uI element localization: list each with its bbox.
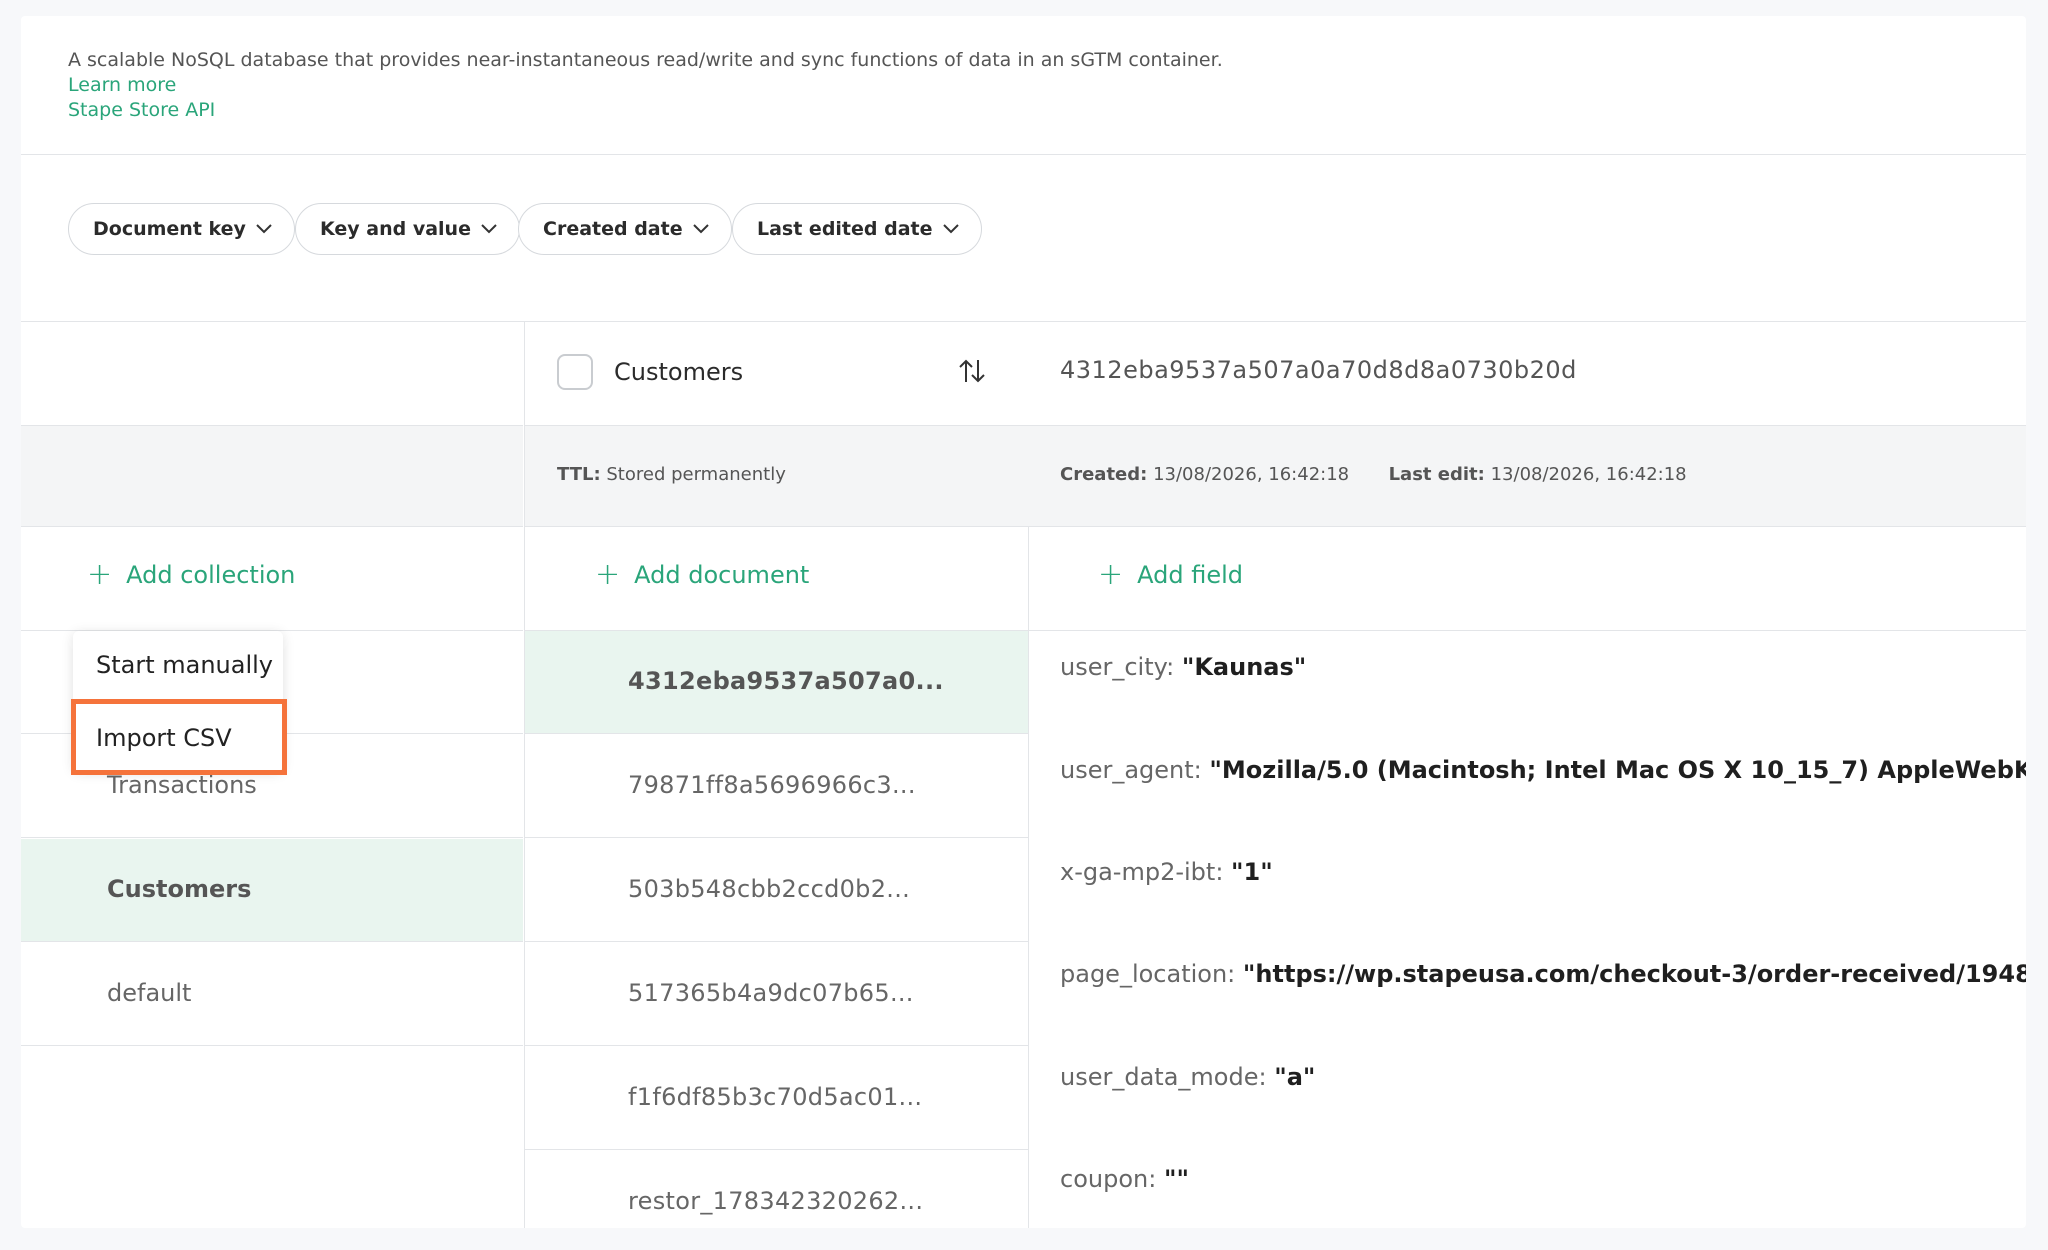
- field-row[interactable]: x-ga-mp2-ibt: "1": [1060, 858, 1273, 886]
- filter-label: Key and value: [320, 218, 471, 240]
- add-collection-label: Add collection: [126, 561, 296, 589]
- chevron-down-icon: [692, 224, 709, 234]
- edited-value: 13/08/2026, 16:42:18: [1490, 464, 1687, 485]
- collections-column: + Add collection Transactions Customers …: [21, 322, 523, 1228]
- field-value: "": [1163, 1165, 1189, 1193]
- ttl-label: TTL:: [557, 464, 601, 485]
- field-row[interactable]: coupon: "": [1060, 1165, 1189, 1193]
- import-csv-highlight[interactable]: Import CSV: [71, 699, 287, 775]
- field-row[interactable]: user_agent: "Mozilla/5.0 (Macintosh; Int…: [1060, 756, 2026, 784]
- learn-more-link[interactable]: Learn more: [68, 74, 176, 96]
- field-row[interactable]: user_city: "Kaunas": [1060, 653, 1306, 681]
- field-value: "Kaunas": [1181, 653, 1307, 681]
- edited-label: Last edit:: [1388, 464, 1485, 485]
- field-value: "https://wp.stapeusa.com/checkout-3/orde…: [1242, 960, 2026, 988]
- start-manually-option[interactable]: Start manually: [96, 651, 273, 679]
- created-value: 13/08/2026, 16:42:18: [1153, 464, 1350, 485]
- api-docs-link[interactable]: Stape Store API: [68, 99, 215, 121]
- field-key: x-ga-mp2-ibt:: [1060, 858, 1224, 886]
- collections-subheader: [21, 426, 523, 527]
- field-row[interactable]: page_location: "https://wp.stapeusa.com/…: [1060, 960, 2026, 988]
- document-item-selected[interactable]: 4312eba9537a507a0...: [525, 631, 1028, 734]
- add-collection-button[interactable]: + Add collection: [87, 560, 295, 590]
- document-meta: Created: 13/08/2026, 16:42:18 Last edit:…: [1060, 464, 1687, 485]
- field-value: "Mozilla/5.0 (Macintosh; Intel Mac OS X …: [1209, 756, 2026, 784]
- filter-label: Created date: [543, 218, 683, 240]
- chevron-down-icon: [942, 224, 959, 234]
- ttl-info: TTL: Stored permanently: [557, 464, 786, 485]
- collection-item-selected[interactable]: Customers: [21, 839, 523, 942]
- document-detail-column: 4312eba9537a507a0a70d8d8a0730b20d Create…: [1028, 322, 2026, 1228]
- filter-label: Document key: [93, 218, 246, 240]
- add-collection-row: + Add collection: [21, 527, 523, 631]
- add-field-row: + Add field: [1028, 527, 2026, 631]
- filter-key-and-value[interactable]: Key and value: [295, 203, 520, 255]
- document-item[interactable]: 503b548cbb2ccd0b2...: [525, 839, 1028, 942]
- chevron-down-icon: [481, 224, 497, 234]
- document-key: 4312eba9537a507a0...: [628, 667, 944, 695]
- document-key: restor_178342320262...: [628, 1187, 924, 1215]
- sort-icon[interactable]: [957, 356, 987, 386]
- store-description: A scalable NoSQL database that provides …: [68, 49, 1223, 71]
- field-key: coupon:: [1060, 1165, 1157, 1193]
- field-key: user_agent:: [1060, 756, 1202, 784]
- document-item[interactable]: f1f6df85b3c70d5ac01...: [525, 1047, 1028, 1150]
- plus-icon: +: [87, 557, 113, 592]
- chevron-down-icon: [256, 224, 272, 234]
- import-csv-option[interactable]: Import CSV: [96, 724, 232, 752]
- add-document-label: Add document: [634, 561, 810, 589]
- filter-document-key[interactable]: Document key: [68, 203, 295, 255]
- document-key: 503b548cbb2ccd0b2...: [628, 875, 911, 903]
- document-item[interactable]: 79871ff8a5696966c3...: [525, 735, 1028, 838]
- filter-label: Last edited date: [757, 218, 933, 240]
- field-key: user_data_mode:: [1060, 1063, 1267, 1091]
- filter-created-date[interactable]: Created date: [518, 203, 732, 255]
- filter-bar: Document key Key and value Created date …: [21, 155, 2026, 322]
- field-row[interactable]: user_data_mode: "a": [1060, 1063, 1315, 1091]
- field-value: "1": [1231, 858, 1273, 886]
- filter-last-edited-date[interactable]: Last edited date: [732, 203, 982, 255]
- document-key: 517365b4a9dc07b65...: [628, 979, 914, 1007]
- document-key: 79871ff8a5696966c3...: [628, 771, 916, 799]
- collection-label: default: [107, 979, 192, 1007]
- collection-title: Customers: [614, 358, 744, 386]
- document-key: f1f6df85b3c70d5ac01...: [628, 1083, 923, 1111]
- select-all-checkbox[interactable]: [557, 354, 593, 390]
- plus-icon: +: [1098, 557, 1124, 592]
- field-key: user_city:: [1060, 653, 1175, 681]
- add-document-button[interactable]: + Add document: [595, 560, 809, 590]
- document-item[interactable]: 517365b4a9dc07b65...: [525, 943, 1028, 1046]
- plus-icon: +: [595, 557, 621, 592]
- created-label: Created:: [1060, 464, 1148, 485]
- document-detail-header: 4312eba9537a507a0a70d8d8a0730b20d: [1028, 322, 2026, 426]
- documents-header: Customers: [525, 322, 1028, 426]
- document-detail-subheader: Created: 13/08/2026, 16:42:18 Last edit:…: [1028, 426, 2026, 527]
- documents-column: Customers TTL: Stored permanently + Add …: [524, 322, 1029, 1228]
- add-document-row: + Add document: [525, 527, 1028, 631]
- intro-section: A scalable NoSQL database that provides …: [21, 16, 2026, 155]
- add-field-label: Add field: [1137, 561, 1244, 589]
- ttl-value: Stored permanently: [606, 464, 786, 485]
- collection-label: Transactions: [107, 771, 257, 799]
- field-value: "a": [1274, 1063, 1316, 1091]
- collection-label: Customers: [107, 875, 252, 903]
- document-item[interactable]: restor_178342320262...: [525, 1151, 1028, 1228]
- document-id: 4312eba9537a507a0a70d8d8a0730b20d: [1060, 356, 1577, 382]
- stape-store-panel: A scalable NoSQL database that provides …: [21, 16, 2026, 1228]
- collection-item[interactable]: default: [21, 943, 523, 1046]
- documents-subheader: TTL: Stored permanently: [525, 426, 1028, 527]
- add-field-button[interactable]: + Add field: [1098, 560, 1243, 590]
- field-key: page_location:: [1060, 960, 1236, 988]
- collections-header: [21, 322, 523, 426]
